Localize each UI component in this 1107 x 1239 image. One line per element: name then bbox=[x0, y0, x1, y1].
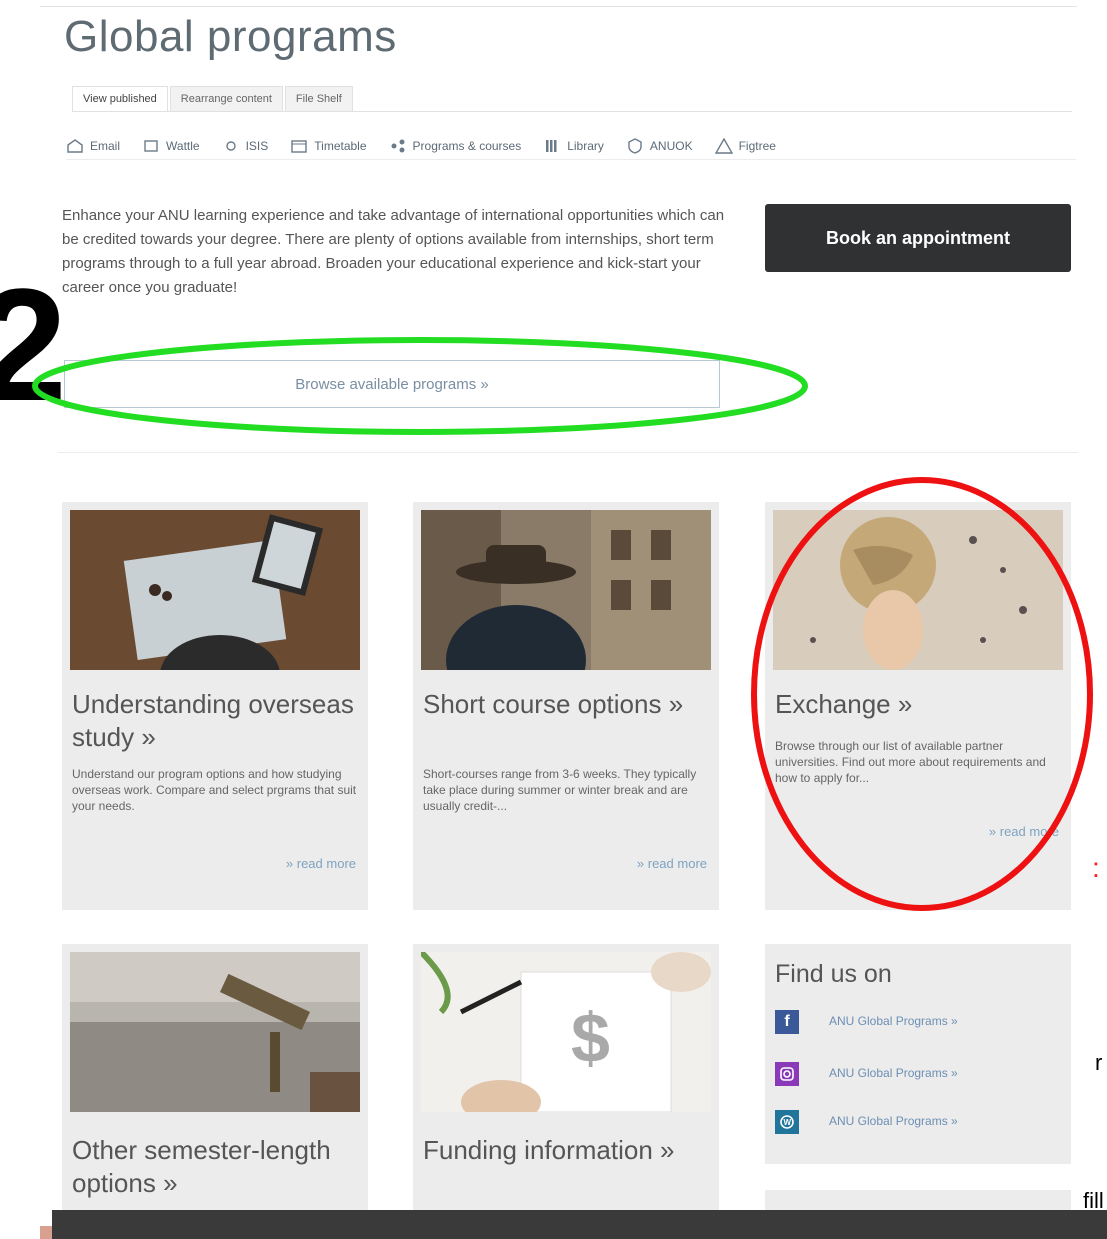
card-photo-map bbox=[70, 510, 360, 670]
find-us-title: Find us on bbox=[775, 960, 892, 988]
read-more-link[interactable]: » read more bbox=[989, 824, 1059, 839]
card-short-course-options[interactable]: Short course options » Short-courses ran… bbox=[413, 502, 719, 910]
page-title: Global programs bbox=[64, 12, 397, 61]
quicklink-label: Library bbox=[567, 138, 604, 153]
card-photo-telescope bbox=[70, 952, 360, 1112]
quicklink-label: Email bbox=[90, 138, 121, 153]
quicklink-figtree[interactable]: Figtree bbox=[714, 137, 776, 154]
svg-text:W: W bbox=[784, 1118, 792, 1127]
bottom-marker bbox=[40, 1226, 52, 1239]
quicklink-label: ISIS bbox=[245, 138, 269, 153]
card-description: Browse through our list of available par… bbox=[775, 739, 1046, 785]
social-label[interactable]: ANU Global Programs » bbox=[829, 1014, 958, 1028]
quicklink-label: Timetable bbox=[314, 138, 367, 153]
tab-file-shelf[interactable]: File Shelf bbox=[284, 86, 353, 111]
card-title[interactable]: Exchange » bbox=[775, 688, 1061, 721]
card-exchange[interactable]: Exchange » Browse through our list of av… bbox=[765, 502, 1071, 910]
quicklink-label: ANUOK bbox=[649, 138, 693, 153]
browse-programs-button[interactable]: Browse available programs » bbox=[64, 360, 720, 408]
read-more-link[interactable]: » read more bbox=[286, 856, 356, 871]
quicklink-label: Programs & courses bbox=[412, 138, 522, 153]
read-more-link[interactable]: » read more bbox=[637, 856, 707, 871]
card-photo-globe bbox=[773, 510, 1063, 670]
card-understanding-overseas-study[interactable]: Understanding overseas study » Understan… bbox=[62, 502, 368, 910]
card-title[interactable]: Understanding overseas study » bbox=[72, 688, 358, 754]
quicklinks-bar: Email Wattle ISIS Timetable Programs & c… bbox=[66, 132, 1076, 160]
quicklink-anuok[interactable]: ANUOK bbox=[626, 137, 693, 154]
book-appointment-button[interactable]: Book an appointment bbox=[765, 204, 1071, 272]
isis-icon bbox=[222, 138, 240, 154]
tab-view-published[interactable]: View published bbox=[72, 86, 168, 111]
social-link-instagram[interactable]: ANU Global Programs » bbox=[775, 1062, 958, 1086]
card-title[interactable]: Other semester-length options » bbox=[72, 1134, 358, 1200]
quicklink-timetable[interactable]: Timetable bbox=[290, 138, 367, 154]
tab-rearrange-content[interactable]: Rearrange content bbox=[169, 86, 283, 111]
quicklink-library[interactable]: Library bbox=[543, 138, 604, 154]
wattle-icon bbox=[142, 138, 160, 154]
social-link-facebook[interactable]: f ANU Global Programs » bbox=[775, 1010, 958, 1034]
card-title[interactable]: Funding information » bbox=[423, 1134, 709, 1167]
library-icon bbox=[543, 138, 561, 154]
programs-icon bbox=[389, 138, 407, 154]
wordpress-icon: W bbox=[775, 1110, 799, 1134]
card-photo-funding: $ bbox=[421, 952, 711, 1112]
intro-text: Enhance your ANU learning experience and… bbox=[62, 207, 725, 296]
top-rule bbox=[40, 6, 1077, 7]
email-icon bbox=[66, 138, 84, 154]
card-other-semester-length[interactable]: Other semester-length options » bbox=[62, 944, 368, 1214]
tab-bar: View published Rearrange content File Sh… bbox=[72, 86, 1072, 112]
timetable-icon bbox=[290, 138, 308, 154]
figtree-icon bbox=[714, 137, 733, 154]
quicklink-isis[interactable]: ISIS bbox=[222, 138, 269, 154]
svg-text:$: $ bbox=[571, 999, 610, 1077]
quicklink-email[interactable]: Email bbox=[66, 138, 120, 154]
social-link-wordpress[interactable]: W ANU Global Programs » bbox=[775, 1110, 958, 1134]
card-description: Short-courses range from 3-6 weeks. They… bbox=[423, 767, 697, 813]
instagram-icon bbox=[775, 1062, 799, 1086]
find-us-panel: Find us on f ANU Global Programs » ANU G… bbox=[765, 944, 1071, 1164]
card-description: Understand our program options and how s… bbox=[72, 767, 357, 813]
card-title[interactable]: Short course options » bbox=[423, 688, 709, 721]
step-number-annotation: 2 bbox=[0, 255, 67, 434]
card-funding-information[interactable]: $ Funding information » bbox=[413, 944, 719, 1214]
social-label[interactable]: ANU Global Programs » bbox=[829, 1066, 958, 1080]
quicklink-label: Wattle bbox=[166, 138, 200, 153]
side-fragment-r: r bbox=[1095, 1050, 1103, 1075]
card-photo-traveler bbox=[421, 510, 711, 670]
facebook-icon: f bbox=[775, 1010, 799, 1034]
social-label[interactable]: ANU Global Programs » bbox=[829, 1114, 958, 1128]
section-divider bbox=[58, 452, 1078, 453]
side-fragment-red: : bbox=[1092, 852, 1100, 883]
quicklink-wattle[interactable]: Wattle bbox=[142, 138, 200, 154]
anuok-icon bbox=[626, 137, 644, 154]
bottom-bar bbox=[52, 1210, 1107, 1239]
quicklink-programs-courses[interactable]: Programs & courses bbox=[389, 138, 522, 154]
quicklink-label: Figtree bbox=[738, 138, 776, 153]
